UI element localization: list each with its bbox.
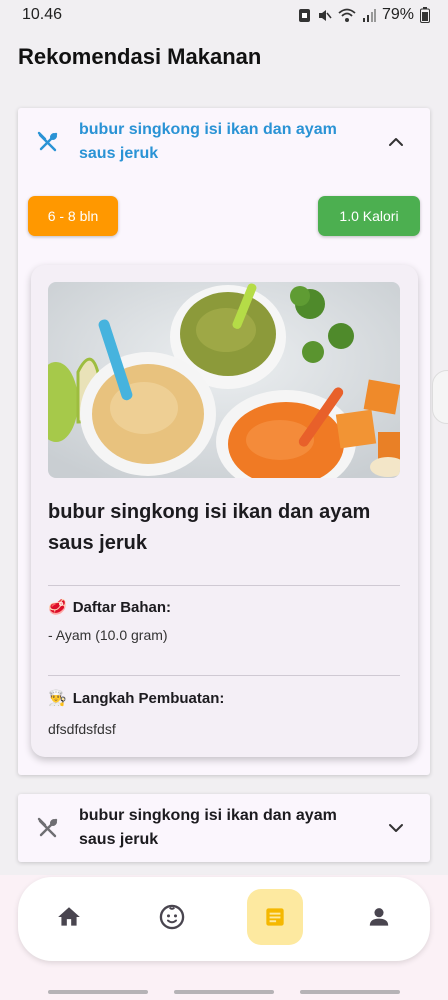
recipe-card-header[interactable]: bubur singkong isi ikan dan ayam saus je… bbox=[18, 108, 430, 178]
ingredients-heading: 🥩 Daftar Bahan: bbox=[48, 598, 172, 617]
recipe-card-header[interactable]: bubur singkong isi ikan dan ayam saus je… bbox=[18, 794, 430, 864]
steps-text: dfsdfdsfdsf bbox=[48, 721, 116, 737]
nav-recipes[interactable] bbox=[247, 889, 303, 945]
ingredient-item: - Ayam (10.0 gram) bbox=[48, 627, 168, 643]
nav-profile[interactable] bbox=[351, 889, 407, 945]
wifi-icon bbox=[338, 8, 356, 22]
steps-heading: 👨‍🍳 Langkah Pembuatan: bbox=[48, 689, 225, 708]
chevron-up-icon[interactable] bbox=[386, 132, 406, 152]
battery-level: 79% bbox=[381, 6, 414, 23]
screenshot-notification-icon bbox=[298, 8, 310, 22]
chevron-down-icon[interactable] bbox=[386, 818, 406, 838]
recipe-card-expanded: bubur singkong isi ikan dan ayam saus je… bbox=[18, 108, 430, 775]
ingredients-heading-label: Daftar Bahan: bbox=[72, 598, 172, 616]
status-bar: 10.46 79% bbox=[0, 0, 448, 30]
recipe-card-title: bubur singkong isi ikan dan ayam saus je… bbox=[79, 807, 337, 848]
divider bbox=[48, 585, 400, 586]
bottom-nav bbox=[18, 877, 430, 961]
home-icon bbox=[58, 907, 80, 926]
calorie-badge: 1.0 Kalori bbox=[318, 196, 420, 236]
restaurant-icon bbox=[37, 817, 58, 838]
recipe-note-icon bbox=[266, 908, 284, 926]
age-badge: 6 - 8 bln bbox=[28, 196, 118, 236]
baby-face-icon bbox=[159, 904, 185, 930]
edge-panel-handle[interactable] bbox=[432, 370, 448, 424]
meat-icon: 🥩 bbox=[48, 599, 67, 616]
status-icons: 79% bbox=[298, 6, 430, 24]
steps-heading-label: Langkah Pembuatan: bbox=[72, 689, 225, 707]
restaurant-icon bbox=[37, 131, 58, 152]
chef-icon: 👨‍🍳 bbox=[48, 690, 67, 707]
mute-icon bbox=[318, 9, 332, 21]
recipe-card-collapsed[interactable]: bubur singkong isi ikan dan ayam saus je… bbox=[18, 794, 430, 862]
gesture-bar bbox=[174, 990, 274, 994]
gesture-bar bbox=[300, 990, 400, 994]
divider bbox=[48, 675, 400, 676]
gesture-bar bbox=[48, 990, 148, 994]
nav-home[interactable] bbox=[41, 889, 97, 945]
page-title: Rekomendasi Makanan bbox=[18, 44, 262, 69]
recipe-name: bubur singkong isi ikan dan ayam saus je… bbox=[48, 501, 371, 554]
nav-baby[interactable] bbox=[144, 889, 200, 945]
signal-icon bbox=[362, 9, 376, 22]
recipe-card-title: bubur singkong isi ikan dan ayam saus je… bbox=[79, 121, 337, 162]
recipe-detail-card: bubur singkong isi ikan dan ayam saus je… bbox=[31, 265, 418, 757]
battery-icon bbox=[420, 7, 430, 23]
person-icon bbox=[369, 908, 389, 926]
status-time: 10.46 bbox=[22, 6, 63, 23]
recipe-photo bbox=[48, 282, 400, 478]
